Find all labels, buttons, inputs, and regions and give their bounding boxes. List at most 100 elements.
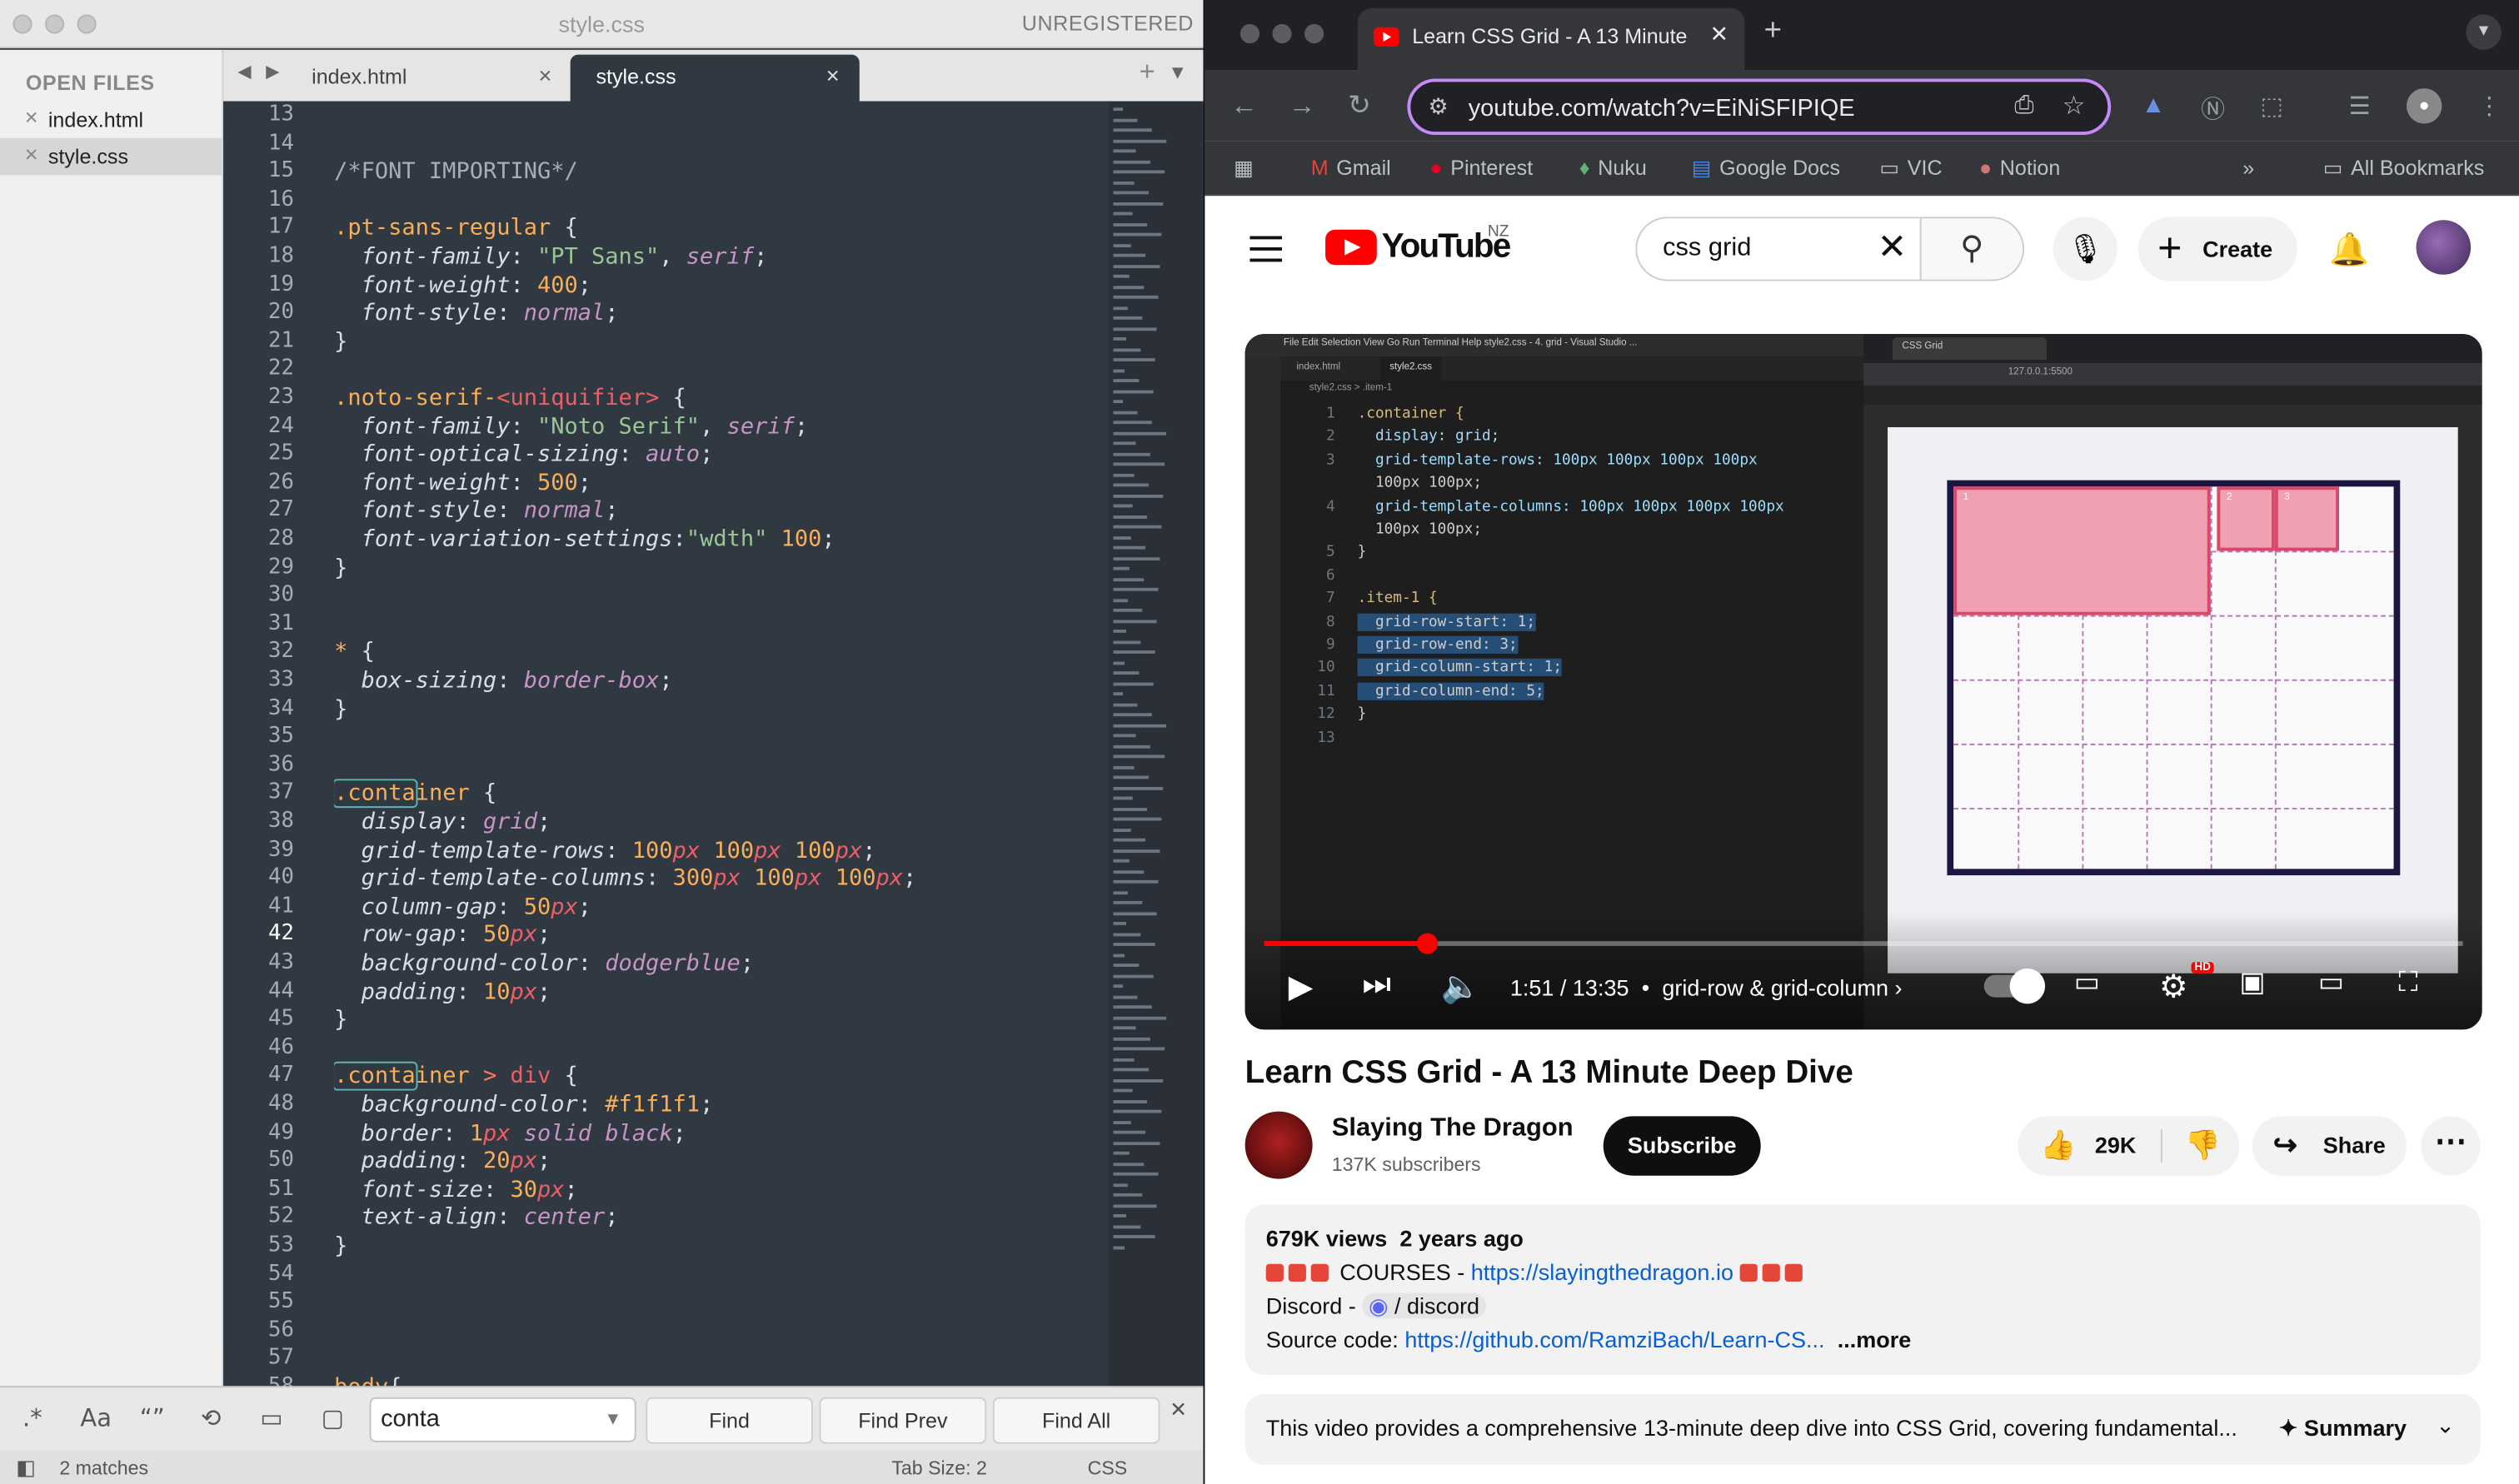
- new-tab-icon[interactable]: +: [1764, 14, 1782, 49]
- share-button[interactable]: ↪ Share: [2252, 1116, 2407, 1176]
- autoplay-toggle[interactable]: [1983, 968, 2046, 1004]
- minimap[interactable]: [1108, 101, 1202, 1387]
- highlight-matches-toggle-icon[interactable]: ▢: [322, 1404, 344, 1433]
- find-button[interactable]: Find: [646, 1397, 813, 1444]
- regex-toggle-icon[interactable]: .*: [22, 1404, 42, 1433]
- apps-grid-icon[interactable]: ▦: [1234, 156, 1254, 182]
- code-line[interactable]: /*FONT IMPORTING*/: [334, 159, 578, 185]
- bookmark-vic[interactable]: ▭ VIC: [1879, 156, 1942, 182]
- code-line[interactable]: }: [334, 1008, 347, 1033]
- profile-icon[interactable]: ●: [2406, 88, 2442, 124]
- code-line[interactable]: border: 1px solid black;: [334, 1120, 686, 1146]
- notifications-bell-icon[interactable]: 🔔: [2329, 230, 2369, 270]
- all-bookmarks[interactable]: ▭ All Bookmarks: [2323, 156, 2485, 182]
- tab-size-indicator[interactable]: Tab Size: 2: [891, 1457, 987, 1479]
- subtitles-icon[interactable]: ▭: [2074, 967, 2100, 999]
- tab-style-css[interactable]: style.css ✕: [570, 54, 860, 102]
- subscribe-button[interactable]: Subscribe: [1603, 1116, 1761, 1176]
- like-count[interactable]: 29K: [2095, 1116, 2137, 1175]
- tab-index-html[interactable]: index.html ✕: [286, 55, 571, 102]
- channel-name[interactable]: Slaying The Dragon: [1332, 1114, 1574, 1143]
- case-sensitive-toggle-icon[interactable]: Aa: [80, 1404, 112, 1433]
- close-window-button[interactable]: [1240, 23, 1260, 44]
- settings-gear-icon[interactable]: ⚙: [2159, 967, 2188, 1007]
- code-line[interactable]: }: [334, 555, 347, 581]
- code-line[interactable]: font-family: "Noto Serif", serif;: [334, 414, 809, 440]
- tab-dropdown-icon[interactable]: ▼: [1168, 61, 1187, 83]
- show-more-link[interactable]: ...more: [1838, 1327, 1912, 1352]
- hamburger-menu-icon[interactable]: [1250, 236, 1282, 262]
- theater-mode-icon[interactable]: ▭: [2318, 967, 2344, 999]
- browser-tab-youtube[interactable]: Learn CSS Grid - A 13 Minute ✕: [1357, 7, 1745, 71]
- source-link[interactable]: https://github.com/RamziBach/Learn-CS...: [1404, 1327, 1824, 1352]
- chevron-down-icon[interactable]: ⌄: [2436, 1412, 2455, 1439]
- code-line[interactable]: background-color: #f1f1f1;: [334, 1092, 714, 1118]
- close-tab-icon[interactable]: ✕: [826, 55, 840, 100]
- chapter-title[interactable]: grid-row & grid-column: [1662, 975, 1888, 1001]
- back-icon[interactable]: ←: [1230, 90, 1258, 122]
- code-line[interactable]: }: [334, 696, 347, 722]
- code-line[interactable]: font-family: "PT Sans", serif;: [334, 244, 768, 270]
- progress-bar[interactable]: [1264, 933, 2463, 954]
- code-line[interactable]: row-gap: 50px;: [334, 923, 551, 949]
- address-bar[interactable]: ⚙ youtube.com/watch?v=EiNiSFIPIQE ⎙ ☆: [1407, 78, 2112, 135]
- more-bookmarks-icon[interactable]: »: [2242, 156, 2254, 180]
- code-line[interactable]: .pt-sans-regular {: [334, 216, 578, 242]
- bookmark-nuku[interactable]: ♦ Nuku: [1579, 156, 1647, 180]
- syntax-indicator[interactable]: CSS: [1088, 1457, 1128, 1479]
- code-line[interactable]: font-variation-settings:"wdth" 100;: [334, 527, 836, 553]
- code-line[interactable]: font-weight: 500;: [334, 471, 591, 496]
- reload-icon[interactable]: ↻: [1348, 90, 1370, 122]
- bookmark-gmail[interactable]: M Gmail: [1311, 156, 1391, 180]
- code-line[interactable]: * {: [334, 640, 375, 665]
- code-editor[interactable]: /*FONT IMPORTING*/ .pt-sans-regular { fon…: [334, 101, 1105, 1386]
- more-actions-button[interactable]: ⋯: [2421, 1116, 2481, 1176]
- search-input[interactable]: css grid ✕: [1635, 217, 1920, 281]
- find-history-dropdown-icon[interactable]: ▼: [604, 1410, 621, 1429]
- code-line[interactable]: padding: 10px;: [334, 979, 551, 1005]
- summary-button[interactable]: ✦ Summary: [2279, 1415, 2407, 1442]
- search-button[interactable]: ⚲: [1919, 217, 2024, 281]
- chevron-right-icon[interactable]: ›: [1894, 975, 1902, 1001]
- bookmark-star-icon[interactable]: ☆: [2063, 90, 2086, 122]
- code-line[interactable]: box-sizing: border-box;: [334, 668, 673, 694]
- thumbs-up-icon[interactable]: 👍: [2040, 1116, 2076, 1175]
- new-tab-icon[interactable]: +: [1139, 56, 1155, 88]
- install-app-icon[interactable]: ⎙: [2014, 92, 2033, 119]
- code-line[interactable]: background-color: dodgerblue;: [334, 951, 754, 977]
- code-line[interactable]: .noto-serif-<uniquifier> {: [334, 386, 686, 411]
- find-prev-button[interactable]: Find Prev: [819, 1397, 987, 1444]
- clear-search-icon[interactable]: ✕: [1878, 227, 1908, 268]
- create-button[interactable]: Create: [2137, 215, 2297, 281]
- bookmark-pinterest[interactable]: ● Pinterest: [1429, 156, 1533, 180]
- extension-triangle-icon[interactable]: ▲: [2142, 92, 2166, 119]
- code-line[interactable]: padding: 20px;: [334, 1148, 551, 1174]
- code-line[interactable]: font-style: normal;: [334, 499, 619, 525]
- tab-nav-arrows-icon[interactable]: ◀ ▶: [237, 61, 284, 82]
- code-line[interactable]: column-gap: 50px;: [334, 894, 591, 920]
- bookmark-notion[interactable]: ● Notion: [1979, 156, 2060, 180]
- channel-avatar[interactable]: [1245, 1111, 1313, 1179]
- fullscreen-icon[interactable]: ⛶: [2398, 967, 2417, 999]
- code-line[interactable]: grid-template-columns: 300px 100px 100px…: [334, 866, 917, 892]
- sidebar-file-index[interactable]: ✕ index.html: [0, 101, 223, 137]
- next-video-icon[interactable]: ⏭: [1362, 967, 1391, 1003]
- code-line[interactable]: .container {: [334, 779, 496, 809]
- code-line[interactable]: text-align: center;: [334, 1205, 619, 1231]
- find-input[interactable]: conta ▼: [369, 1397, 636, 1442]
- in-selection-toggle-icon[interactable]: ▭: [260, 1404, 282, 1433]
- reading-list-icon[interactable]: ☰: [2349, 92, 2371, 121]
- play-icon[interactable]: ▶: [1289, 967, 1314, 1007]
- close-tab-icon[interactable]: ✕: [538, 55, 553, 100]
- wrap-toggle-icon[interactable]: ⟲: [201, 1404, 221, 1433]
- video-player[interactable]: File Edit Selection View Go Run Terminal…: [1245, 334, 2482, 1030]
- thumbs-down-icon[interactable]: 👎: [2185, 1116, 2221, 1175]
- zoom-window-button[interactable]: [1304, 23, 1324, 44]
- courses-link[interactable]: https://slayingthedragon.io: [1471, 1259, 1733, 1285]
- code-line[interactable]: grid-template-rows: 100px 100px 100px;: [334, 838, 876, 864]
- sidebar-file-style[interactable]: ✕ style.css: [0, 137, 224, 176]
- code-line[interactable]: }: [334, 1233, 347, 1259]
- volume-icon[interactable]: 🔈: [1441, 967, 1481, 1007]
- avatar[interactable]: [2416, 220, 2472, 275]
- minimize-window-button[interactable]: [1272, 23, 1292, 44]
